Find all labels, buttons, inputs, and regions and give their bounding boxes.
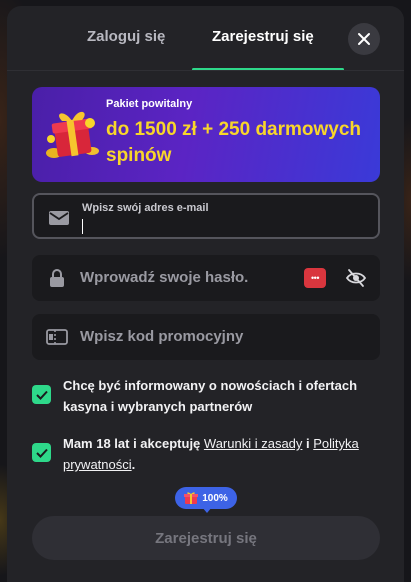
password-field[interactable]: Wprowadź swoje hasło. ••• [32, 255, 380, 301]
ticket-icon [46, 329, 68, 345]
progress-percent: 100% [202, 492, 228, 504]
age-consent-text-after: . [131, 457, 136, 472]
promo-code-field[interactable]: Wpisz kod promocyjny [32, 314, 380, 360]
registration-progress-badge: 100% [175, 487, 237, 513]
close-button[interactable] [348, 23, 380, 55]
auth-tabs: Zaloguj się Zarejestruj się [7, 6, 404, 72]
registration-modal: Zaloguj się Zarejestruj się Pakiet powit… [7, 6, 404, 582]
tabs-divider [7, 70, 404, 71]
banner-subtitle: Pakiet powitalny [106, 98, 193, 110]
tab-login[interactable]: Zaloguj się [87, 28, 165, 45]
text-caret [82, 219, 83, 234]
email-field-label: Wpisz swój adres e-mail [82, 202, 209, 214]
marketing-consent-checkbox[interactable] [32, 385, 51, 404]
email-field[interactable]: Wpisz swój adres e-mail [32, 193, 380, 239]
age-consent-text-middle: i [302, 436, 314, 451]
terms-link[interactable]: Warunki i zasady [204, 436, 303, 451]
check-icon [35, 390, 48, 400]
lock-icon [50, 269, 64, 287]
gift-icon [184, 492, 199, 504]
gift-icon [46, 111, 99, 158]
age-consent-text-before: Mam 18 lat i akceptuję [63, 436, 204, 451]
eye-slash-icon[interactable] [345, 268, 367, 288]
promo-code-placeholder: Wpisz kod promocyjny [80, 328, 244, 345]
close-icon [358, 33, 370, 45]
banner-offer: do 1500 zł + 250 darmowych spinów [106, 119, 362, 166]
marketing-consent-label: Chcę być informowany o nowościach i ofer… [63, 378, 358, 414]
password-manager-button[interactable]: ••• [304, 268, 326, 288]
password-placeholder: Wprowadź swoje hasło. [80, 269, 249, 286]
envelope-icon [49, 211, 69, 225]
age-consent-label: Mam 18 lat i akceptuję Warunki i zasady … [63, 433, 373, 475]
register-submit-button[interactable]: Zarejestruj się [32, 516, 380, 560]
age-consent-checkbox[interactable] [32, 443, 51, 462]
check-icon [35, 448, 48, 458]
tab-register[interactable]: Zarejestruj się [212, 28, 314, 45]
welcome-bonus-banner: Pakiet powitalny do 1500 zł + 250 darmow… [32, 87, 380, 182]
